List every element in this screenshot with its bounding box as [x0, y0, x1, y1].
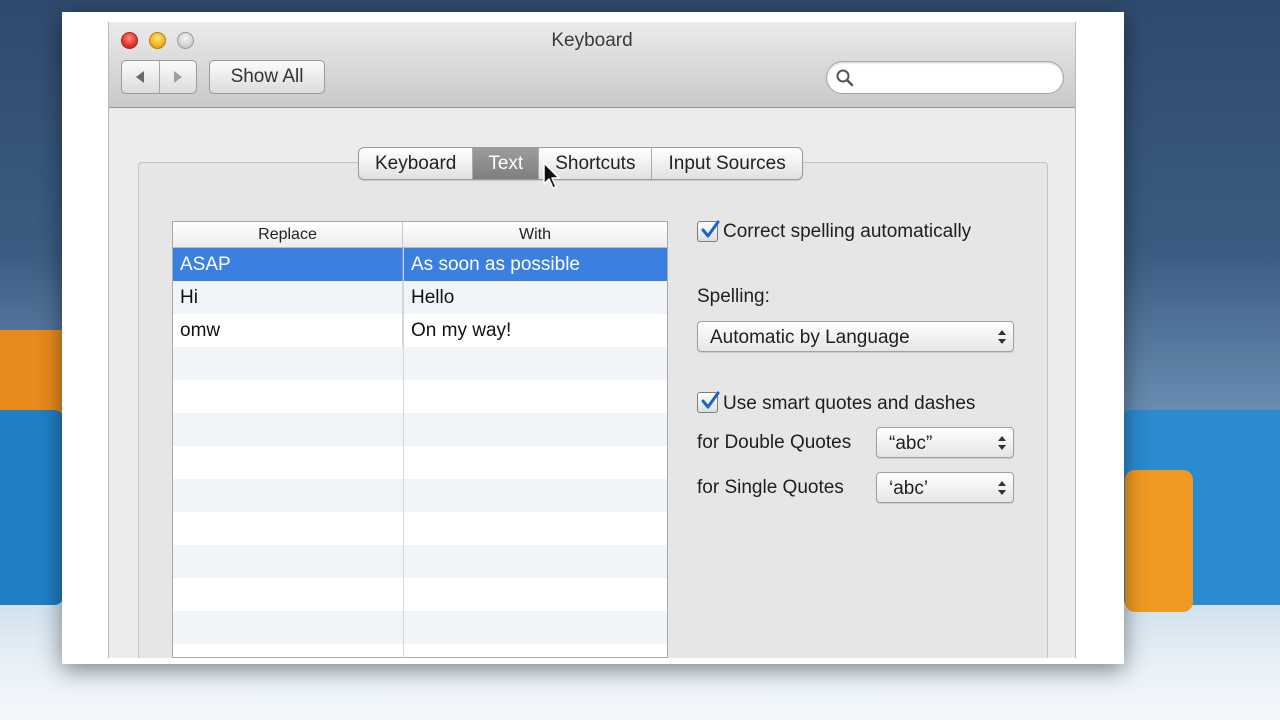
spelling-label: Spelling: [697, 286, 770, 307]
table-row[interactable]: Hi Hello [173, 281, 667, 314]
with-cell[interactable]: On my way! [403, 314, 667, 347]
tab-input-sources[interactable]: Input Sources [651, 148, 801, 179]
single-quotes-label: for Single Quotes [697, 477, 844, 498]
mouse-pointer-icon [543, 162, 560, 189]
column-header-replace[interactable]: Replace [173, 222, 403, 247]
back-forward-control [121, 60, 197, 94]
keyboard-preferences-window: Keyboard Show All Keyboard Text Shortcut… [108, 22, 1076, 658]
table-row [173, 413, 667, 446]
wallpaper-chair-right [1125, 470, 1193, 612]
table-row [173, 446, 667, 479]
updown-arrows-icon [998, 330, 1006, 344]
correct-spelling-checkbox[interactable] [697, 220, 720, 242]
back-button[interactable] [122, 61, 159, 93]
smart-quotes-label[interactable]: Use smart quotes and dashes [723, 393, 975, 415]
table-body: ASAP As soon as possible Hi Hello omw On… [173, 248, 667, 658]
replace-cell[interactable]: Hi [173, 281, 403, 314]
tab-keyboard[interactable]: Keyboard [359, 148, 472, 179]
tab-text[interactable]: Text [472, 148, 539, 179]
search-input[interactable] [861, 67, 1051, 89]
chevron-right-icon [173, 71, 182, 83]
checkmark-icon [701, 391, 720, 409]
search-icon [836, 69, 854, 87]
table-header: Replace With [173, 222, 667, 248]
table-row [173, 644, 667, 658]
table-row [173, 380, 667, 413]
spelling-language-popup[interactable]: Automatic by Language [697, 321, 1014, 352]
chevron-left-icon [136, 71, 145, 83]
correct-spelling-label[interactable]: Correct spelling automatically [723, 221, 971, 243]
replace-cell[interactable]: ASAP [173, 248, 403, 281]
checkmark-icon [701, 220, 720, 238]
search-field[interactable] [826, 61, 1064, 94]
wallpaper-chair-left [0, 330, 70, 420]
titlebar: Keyboard Show All [109, 22, 1075, 108]
forward-button[interactable] [158, 61, 197, 93]
table-row [173, 545, 667, 578]
window-title: Keyboard [551, 30, 633, 51]
updown-arrows-icon [998, 481, 1006, 495]
double-quotes-label: for Double Quotes [697, 432, 852, 453]
tab-bar: Keyboard Text Shortcuts Input Sources [358, 147, 803, 180]
wallpaper-sofa-left [0, 410, 64, 605]
table-row [173, 611, 667, 644]
smart-quotes-checkbox[interactable] [697, 391, 720, 413]
table-row[interactable]: omw On my way! [173, 314, 667, 347]
single-quotes-popup[interactable]: ‘abc’ [876, 472, 1014, 503]
show-all-button[interactable]: Show All [209, 60, 325, 94]
column-divider [403, 248, 404, 658]
with-cell[interactable]: As soon as possible [403, 248, 667, 281]
table-row [173, 512, 667, 545]
text-replacement-table[interactable]: Replace With ASAP As soon as possible Hi… [172, 221, 668, 658]
replace-cell[interactable]: omw [173, 314, 403, 347]
double-quotes-value: “abc” [889, 433, 933, 454]
updown-arrows-icon [998, 436, 1006, 450]
table-row [173, 347, 667, 380]
with-cell[interactable]: Hello [403, 281, 667, 314]
column-header-with[interactable]: With [403, 222, 667, 247]
single-quotes-value: ‘abc’ [889, 478, 929, 499]
table-row [173, 578, 667, 611]
table-row [173, 479, 667, 512]
table-row[interactable]: ASAP As soon as possible [173, 248, 667, 281]
spelling-language-value: Automatic by Language [710, 327, 910, 348]
double-quotes-popup[interactable]: “abc” [876, 427, 1014, 458]
